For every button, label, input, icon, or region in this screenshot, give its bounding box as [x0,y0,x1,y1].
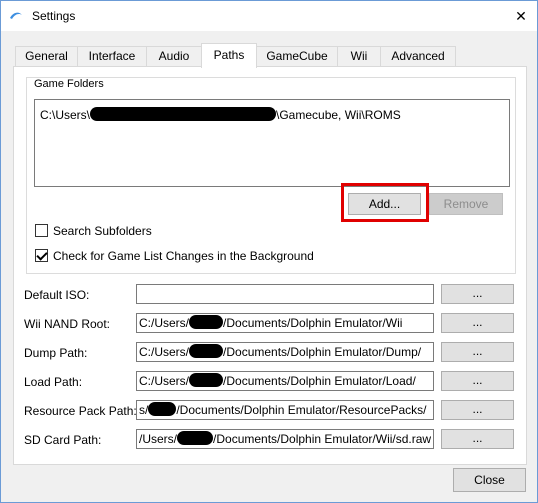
resource-suffix: /Documents/Dolphin Emulator/ResourcePack… [176,403,427,417]
game-folders-list[interactable]: C:\Users\ \Gamecube, Wii\ROMS [34,99,510,187]
folder-path-suffix: \Gamecube, Wii\ROMS [276,108,401,122]
folder-path-prefix: C:\Users\ [40,108,91,122]
load-path-browse-button[interactable]: ... [441,371,514,391]
default-iso-label: Default ISO: [24,288,90,302]
tab-audio[interactable]: Audio [146,46,202,67]
close-button[interactable]: Close [453,468,526,492]
add-folder-button[interactable]: Add... [348,193,421,215]
dump-path-label: Dump Path: [24,346,88,360]
tab-general[interactable]: General [15,46,78,67]
search-subfolders-label: Search Subfolders [53,224,152,238]
search-subfolders-checkbox[interactable]: Search Subfolders [35,224,152,238]
dump-path-field[interactable]: C:/Users/ /Documents/Dolphin Emulator/Dum… [136,342,434,362]
check-changes-label: Check for Game List Changes in the Backg… [53,249,314,263]
remove-folder-button[interactable]: Remove [429,193,503,215]
sd-card-suffix: /Documents/Dolphin Emulator/Wii/sd.raw [213,432,432,446]
default-iso-browse-button[interactable]: ... [441,284,514,304]
check-changes-checkbox[interactable]: Check for Game List Changes in the Backg… [35,249,314,263]
redacted-username [189,373,224,387]
redacted-username [177,431,214,445]
resource-prefix: s/ [139,403,149,417]
checkbox-box[interactable] [35,224,48,237]
checkbox-box-checked[interactable] [35,249,48,262]
sd-card-browse-button[interactable]: ... [441,429,514,449]
tab-wii[interactable]: Wii [337,46,381,67]
tab-interface[interactable]: Interface [77,46,147,67]
sd-card-field[interactable]: /Users/ /Documents/Dolphin Emulator/Wii/s… [136,429,434,449]
window-title: Settings [32,9,76,23]
dolphin-icon [10,12,22,19]
window-close-button[interactable]: ✕ [505,1,537,31]
redacted-username [189,315,224,329]
load-path-field[interactable]: C:/Users/ /Documents/Dolphin Emulator/Loa… [136,371,434,391]
paths-panel: Game Folders C:\Users\ \Gamecube, Wii\ROM… [13,66,527,465]
wii-nand-prefix: C:/Users/ [139,316,190,330]
wii-nand-field[interactable]: C:/Users/ /Documents/Dolphin Emulator/Wii [136,313,434,333]
wii-nand-suffix: /Documents/Dolphin Emulator/Wii [223,316,403,330]
tab-advanced[interactable]: Advanced [380,46,456,67]
title-bar: Settings ✕ [1,1,537,31]
wii-nand-label: Wii NAND Root: [24,317,111,331]
load-suffix: /Documents/Dolphin Emulator/Load/ [223,374,416,388]
load-prefix: C:/Users/ [139,374,190,388]
dump-path-browse-button[interactable]: ... [441,342,514,362]
tab-paths[interactable]: Paths [201,43,257,68]
resource-pack-field[interactable]: s/ /Documents/Dolphin Emulator/ResourcePa… [136,400,434,420]
wii-nand-browse-button[interactable]: ... [441,313,514,333]
resource-pack-label: Resource Pack Path: [24,404,137,418]
load-path-label: Load Path: [24,375,83,389]
redacted-username [189,344,224,358]
default-iso-field[interactable] [136,284,434,304]
dump-prefix: C:/Users/ [139,345,190,359]
tab-gamecube[interactable]: GameCube [256,46,338,67]
dump-suffix: /Documents/Dolphin Emulator/Dump/ [223,345,422,359]
list-item[interactable]: C:\Users\ \Gamecube, Wii\ROMS [40,107,401,122]
redacted-username [90,107,277,121]
sd-card-prefix: /Users/ [139,432,178,446]
resource-pack-browse-button[interactable]: ... [441,400,514,420]
sd-card-label: SD Card Path: [24,433,102,447]
redacted-username [148,402,177,416]
game-folders-title: Game Folders [32,78,106,90]
settings-window: Settings ✕ General Interface Audio Paths… [0,0,538,503]
